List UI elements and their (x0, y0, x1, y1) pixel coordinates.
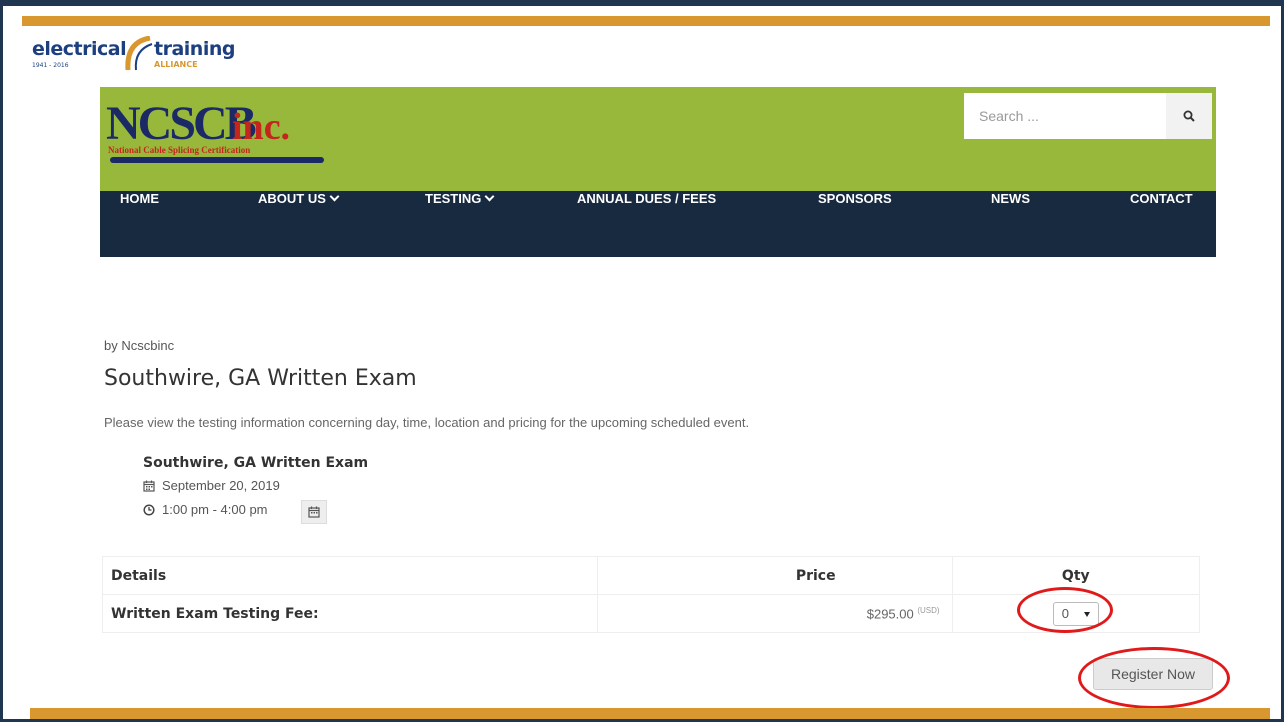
main-navigation: HOME ABOUT US TESTING ANNUAL DUES / FEES… (100, 191, 1216, 257)
logo-word-electrical: electrical (32, 38, 127, 60)
top-gold-stripe (22, 16, 1270, 26)
header-banner: NCSCB inc. National Cable Splicing Certi… (100, 87, 1216, 191)
logo-years: 1941 - 2016 (32, 62, 69, 69)
page-title: Southwire, GA Written Exam (104, 366, 417, 391)
event-date: September 20, 2019 (143, 478, 280, 493)
event-name: Southwire, GA Written Exam (143, 455, 369, 471)
header-details: Details (102, 556, 598, 595)
calendar-icon (143, 480, 155, 492)
annotation-circle-register (1078, 647, 1230, 709)
nav-item-contact[interactable]: CONTACT (1130, 191, 1193, 257)
logo-word-training: training (154, 38, 235, 60)
nav-label: SPONSORS (818, 191, 892, 206)
nav-label: HOME (120, 191, 159, 206)
nav-item-news[interactable]: NEWS (991, 191, 1030, 257)
nav-label: CONTACT (1130, 191, 1193, 206)
chevron-down-icon (484, 191, 495, 202)
search-input[interactable] (964, 93, 1164, 139)
nav-label: TESTING (425, 191, 482, 206)
event-date-text: September 20, 2019 (162, 478, 280, 493)
logo-arc-icon (125, 36, 153, 71)
annotation-circle-qty (1017, 587, 1113, 633)
nav-label: ANNUAL DUES / FEES (577, 191, 717, 206)
header-price: Price (596, 556, 953, 595)
ticket-table-header: Details Price Qty (102, 556, 1201, 595)
nav-item-about-us[interactable]: ABOUT US (258, 191, 340, 257)
post-author: by Ncscbinc (104, 338, 175, 353)
nav-label: NEWS (991, 191, 1030, 206)
nav-item-home[interactable]: HOME (120, 191, 159, 257)
nav-item-sponsors[interactable]: SPONSORS (818, 191, 892, 257)
top-border (0, 0, 1284, 6)
event-intro: Please view the testing information conc… (104, 415, 750, 430)
electrical-training-alliance-logo: electrical training ALLIANCE 1941 - 2016 (32, 34, 235, 74)
ticket-name: Written Exam Testing Fee: (102, 594, 598, 633)
add-to-calendar-button[interactable] (301, 500, 327, 524)
search-icon (1183, 110, 1195, 122)
nav-item-testing[interactable]: TESTING (425, 191, 495, 257)
event-time-text: 1:00 pm - 4:00 pm (162, 502, 268, 517)
price-currency: (USD) (917, 605, 940, 615)
ticket-price: $295.00 (USD) (596, 594, 953, 633)
logo-word-alliance: ALLIANCE (154, 60, 198, 69)
clock-icon (143, 504, 155, 516)
search-button[interactable] (1166, 93, 1212, 139)
chevron-down-icon (329, 191, 340, 202)
site-header: NCSCB inc. National Cable Splicing Certi… (100, 87, 1216, 257)
ncscb-logo[interactable]: NCSCB inc. National Cable Splicing Certi… (106, 99, 336, 169)
nav-item-annual-dues-fees[interactable]: ANNUAL DUES / FEES (577, 191, 716, 257)
calendar-icon (308, 506, 320, 518)
nav-label: ABOUT US (258, 191, 326, 206)
search-box (964, 93, 1212, 139)
brand-suffix: inc. (232, 106, 291, 148)
cable-graphic (110, 157, 324, 163)
brand-tagline: National Cable Splicing Certification (108, 145, 251, 155)
price-value: $295.00 (866, 606, 914, 622)
event-time: 1:00 pm - 4:00 pm (143, 502, 268, 517)
